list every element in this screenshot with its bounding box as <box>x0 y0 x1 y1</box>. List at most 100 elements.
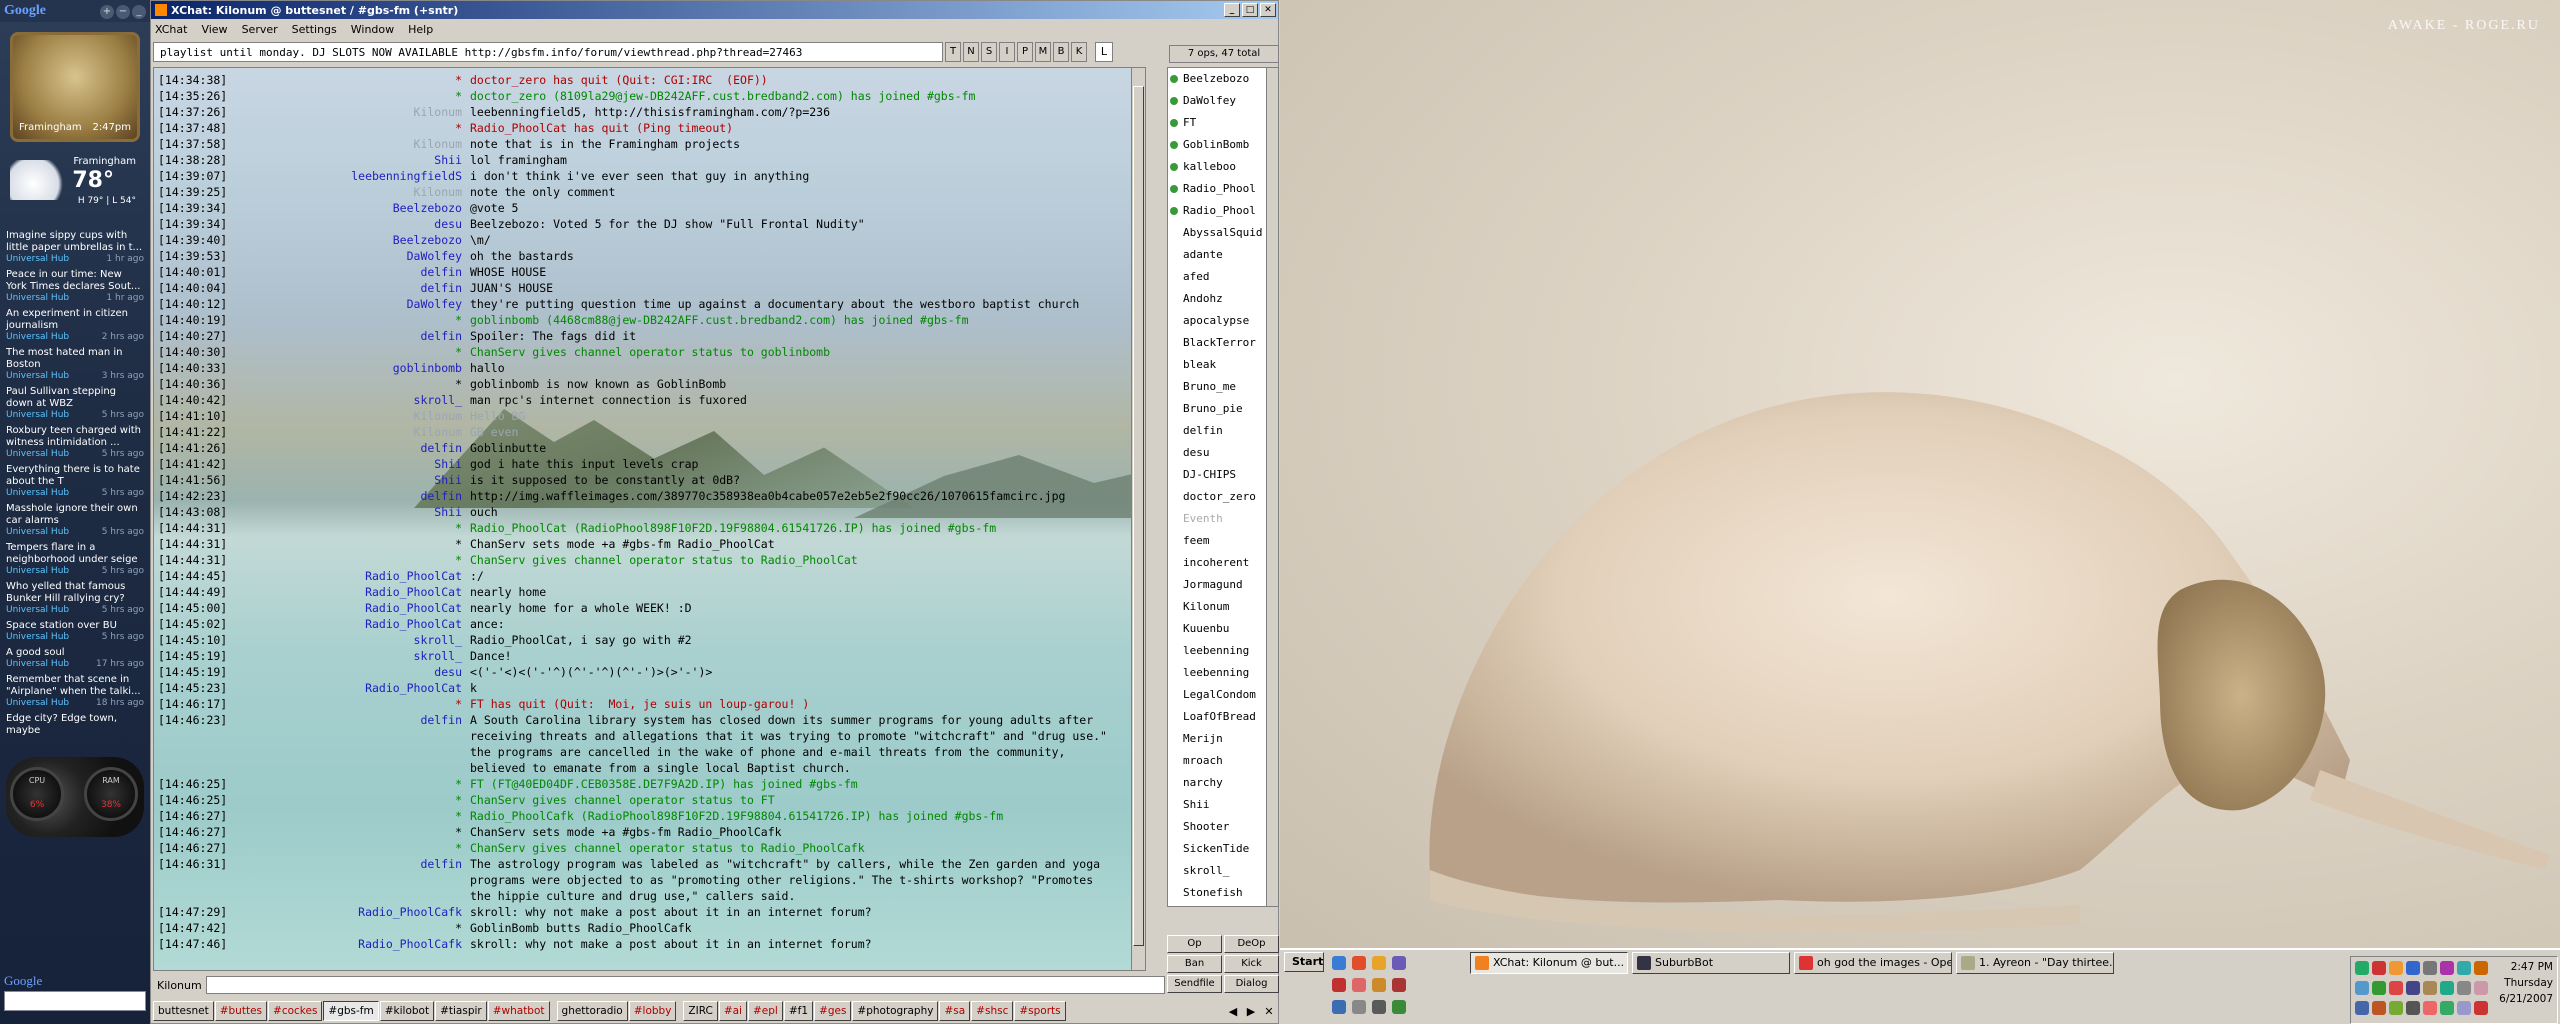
tab-whatbot[interactable]: #whatbot <box>487 1001 550 1021</box>
mode-button-b[interactable]: B <box>1053 42 1069 62</box>
news-item[interactable]: Paul Sullivan stepping down at WBZ Univer… <box>6 386 144 420</box>
chat-nick[interactable]: delfin <box>236 280 470 296</box>
chat-nick[interactable]: * <box>236 792 470 808</box>
chat-nick[interactable]: Kilonum <box>236 408 470 424</box>
tray-app-icon[interactable] <box>2440 981 2454 995</box>
quicklaunch-app-icon[interactable] <box>1392 978 1406 992</box>
quicklaunch-app-icon[interactable] <box>1352 978 1366 992</box>
nick-item[interactable]: afed <box>1168 266 1278 288</box>
news-item[interactable]: Everything there is to hate about the TU… <box>6 464 144 498</box>
menu-settings[interactable]: Settings <box>292 23 337 36</box>
tray-app-icon[interactable] <box>2440 1001 2454 1015</box>
minus-icon[interactable]: − <box>116 4 130 19</box>
tray-app-icon[interactable] <box>2440 961 2454 975</box>
nick-item[interactable]: apocalypse <box>1168 310 1278 332</box>
tray-app-icon[interactable] <box>2457 1001 2471 1015</box>
news-item[interactable]: Masshole ignore their own car alarms Univ… <box>6 503 144 537</box>
message-input[interactable] <box>205 976 1165 994</box>
nick-item[interactable]: Stonefish <box>1168 882 1278 904</box>
chat-nick[interactable]: * <box>236 344 470 360</box>
tab-buttesnet[interactable]: buttesnet <box>153 1001 214 1021</box>
menu-server[interactable]: Server <box>242 23 278 36</box>
chat-nick[interactable]: Beelzebozo <box>236 232 470 248</box>
topic-input[interactable]: playlist until monday. DJ SLOTS NOW AVAI… <box>153 42 943 62</box>
chat-nick[interactable]: * <box>236 824 470 840</box>
news-item[interactable]: Imagine sippy cups with little paper umb… <box>6 230 144 264</box>
tab-sa[interactable]: #sa <box>939 1001 971 1021</box>
tab-cockes[interactable]: #cockes <box>268 1001 323 1021</box>
tray-app-icon[interactable] <box>2457 981 2471 995</box>
minimize-button[interactable]: _ <box>1224 3 1240 17</box>
nick-list[interactable]: Beelzebozo DaWolfey FT GoblinBomb kalleboo Ra… <box>1167 67 1279 907</box>
chat-nick[interactable]: leebenningfieldS <box>236 168 470 184</box>
quicklaunch-app-icon[interactable] <box>1392 956 1406 970</box>
chat-nick[interactable]: delfin <box>236 856 470 904</box>
tray-app-icon[interactable] <box>2355 981 2369 995</box>
chat-nick[interactable]: * <box>236 88 470 104</box>
chat-nick[interactable]: delfin <box>236 440 470 456</box>
chat-nick[interactable]: delfin <box>236 712 470 776</box>
tab-ai[interactable]: #ai <box>718 1001 747 1021</box>
chat-nick[interactable]: * <box>236 72 470 88</box>
minimize-icon[interactable]: _ <box>132 4 146 19</box>
taskbar-button[interactable]: XChat: Kilonum @ but... <box>1470 952 1628 974</box>
mode-button-n[interactable]: N <box>963 42 979 62</box>
mode-button-t[interactable]: T <box>945 42 961 62</box>
news-title[interactable]: Edge city? Edge town, maybe <box>6 713 144 737</box>
nick-item[interactable]: SickenTide <box>1168 838 1278 860</box>
chat-nick[interactable]: skroll_ <box>236 632 470 648</box>
chat-nick[interactable]: * <box>236 776 470 792</box>
scrollbar-thumb[interactable] <box>1133 86 1144 946</box>
news-title[interactable]: Space station over BU <box>6 620 144 632</box>
tab-shsc[interactable]: #shsc <box>971 1001 1014 1021</box>
news-title[interactable]: Tempers flare in a neighborhood under se… <box>6 542 144 566</box>
nick-item[interactable]: Radio_Phool <box>1168 200 1278 222</box>
quicklaunch-app-icon[interactable] <box>1372 978 1386 992</box>
quicklaunch-app-icon[interactable] <box>1332 978 1346 992</box>
tray-app-icon[interactable] <box>2474 981 2488 995</box>
chat-nick[interactable]: * <box>236 920 470 936</box>
nick-item[interactable]: adante <box>1168 244 1278 266</box>
chat-nick[interactable]: Radio_PhoolCat <box>236 680 470 696</box>
quicklaunch-app-icon[interactable] <box>1332 1000 1346 1014</box>
news-source[interactable]: Universal Hub <box>6 410 69 420</box>
nick-item[interactable]: Beelzebozo <box>1168 68 1278 90</box>
news-title[interactable]: Remember that scene in "Airplane" when t… <box>6 674 144 698</box>
news-item[interactable]: Tempers flare in a neighborhood under se… <box>6 542 144 576</box>
chat-nick[interactable]: skroll_ <box>236 648 470 664</box>
chat-nick[interactable]: * <box>236 312 470 328</box>
start-button[interactable]: Start <box>1284 952 1324 972</box>
news-title[interactable]: Paul Sullivan stepping down at WBZ <box>6 386 144 410</box>
tab-gbs-fm[interactable]: #gbs-fm <box>323 1001 379 1021</box>
news-source[interactable]: Universal Hub <box>6 566 69 576</box>
tray-app-icon[interactable] <box>2372 981 2386 995</box>
limit-mode-button[interactable]: L <box>1095 42 1113 62</box>
chat-nick[interactable]: Radio_PhoolCafk <box>236 904 470 920</box>
nick-item[interactable]: feem <box>1168 530 1278 552</box>
chat-nick[interactable]: Beelzebozo <box>236 200 470 216</box>
mode-button-p[interactable]: P <box>1017 42 1033 62</box>
google-search-input[interactable] <box>4 991 146 1011</box>
nick-item[interactable]: Radio_Phool <box>1168 178 1278 200</box>
nick-button-kick[interactable]: Kick <box>1224 955 1279 973</box>
tray-app-icon[interactable] <box>2474 961 2488 975</box>
tray-app-icon[interactable] <box>2423 961 2437 975</box>
chat-nick[interactable]: desu <box>236 664 470 680</box>
chat-nick[interactable]: delfin <box>236 264 470 280</box>
tray-clock[interactable]: 2:47 PM Thursday 6/21/2007 <box>2499 959 2553 1007</box>
quicklaunch-firefox-icon[interactable] <box>1372 956 1386 970</box>
mode-button-m[interactable]: M <box>1035 42 1051 62</box>
menu-view[interactable]: View <box>201 23 227 36</box>
chat-nick[interactable]: Kilonum <box>236 424 470 440</box>
news-source[interactable]: Universal Hub <box>6 698 69 708</box>
nicklist-scrollbar[interactable] <box>1266 68 1278 906</box>
nick-item[interactable]: LegalCondom <box>1168 684 1278 706</box>
menu-help[interactable]: Help <box>408 23 433 36</box>
chat-area[interactable]: [14:34:38] * doctor_zero has quit (Quit: C… <box>153 67 1146 971</box>
nick-item[interactable]: Bruno_pie <box>1168 398 1278 420</box>
nick-item[interactable]: Jormagund <box>1168 574 1278 596</box>
nick-item[interactable]: DJ-CHIPS <box>1168 464 1278 486</box>
news-source[interactable]: Universal Hub <box>6 254 69 264</box>
chat-nick[interactable]: * <box>236 120 470 136</box>
news-title[interactable]: Peace in our time: New York Times declar… <box>6 269 144 293</box>
